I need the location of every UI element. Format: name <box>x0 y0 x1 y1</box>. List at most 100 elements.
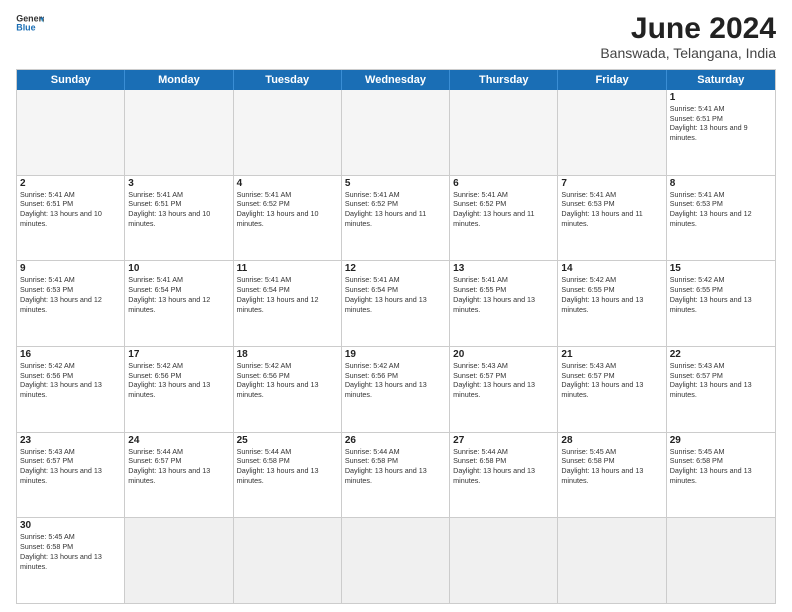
cell-sun-info: Sunrise: 5:41 AMSunset: 6:52 PMDaylight:… <box>237 190 338 229</box>
calendar-cell: 19Sunrise: 5:42 AMSunset: 6:56 PMDayligh… <box>342 347 450 432</box>
day-number: 25 <box>237 435 338 446</box>
calendar-cell <box>558 518 666 603</box>
day-number: 2 <box>20 178 121 189</box>
day-number: 19 <box>345 349 446 360</box>
day-number: 27 <box>453 435 554 446</box>
calendar-cell: 9Sunrise: 5:41 AMSunset: 6:53 PMDaylight… <box>17 261 125 346</box>
calendar-cell: 1Sunrise: 5:41 AMSunset: 6:51 PMDaylight… <box>667 90 775 175</box>
calendar-cell <box>17 90 125 175</box>
location: Banswada, Telangana, India <box>600 45 776 61</box>
svg-text:Blue: Blue <box>16 23 35 33</box>
calendar-cell <box>125 90 233 175</box>
day-header-thursday: Thursday <box>450 70 558 90</box>
cell-sun-info: Sunrise: 5:43 AMSunset: 6:57 PMDaylight:… <box>20 447 121 486</box>
day-number: 20 <box>453 349 554 360</box>
calendar-cell: 22Sunrise: 5:43 AMSunset: 6:57 PMDayligh… <box>667 347 775 432</box>
cell-sun-info: Sunrise: 5:41 AMSunset: 6:51 PMDaylight:… <box>20 190 121 229</box>
cell-sun-info: Sunrise: 5:42 AMSunset: 6:56 PMDaylight:… <box>237 361 338 400</box>
calendar-cell <box>342 518 450 603</box>
calendar-cell: 3Sunrise: 5:41 AMSunset: 6:51 PMDaylight… <box>125 176 233 261</box>
day-number: 8 <box>670 178 772 189</box>
day-number: 3 <box>128 178 229 189</box>
calendar-week-4: 16Sunrise: 5:42 AMSunset: 6:56 PMDayligh… <box>17 346 775 432</box>
calendar-cell: 30Sunrise: 5:45 AMSunset: 6:58 PMDayligh… <box>17 518 125 603</box>
calendar-cell <box>450 90 558 175</box>
calendar-week-6: 30Sunrise: 5:45 AMSunset: 6:58 PMDayligh… <box>17 517 775 603</box>
cell-sun-info: Sunrise: 5:41 AMSunset: 6:51 PMDaylight:… <box>128 190 229 229</box>
cell-sun-info: Sunrise: 5:41 AMSunset: 6:52 PMDaylight:… <box>453 190 554 229</box>
calendar-cell: 25Sunrise: 5:44 AMSunset: 6:58 PMDayligh… <box>234 433 342 518</box>
cell-sun-info: Sunrise: 5:42 AMSunset: 6:55 PMDaylight:… <box>670 275 772 314</box>
cell-sun-info: Sunrise: 5:41 AMSunset: 6:51 PMDaylight:… <box>670 104 772 143</box>
calendar-cell <box>234 90 342 175</box>
day-number: 21 <box>561 349 662 360</box>
day-number: 15 <box>670 263 772 274</box>
calendar-cell <box>667 518 775 603</box>
cell-sun-info: Sunrise: 5:43 AMSunset: 6:57 PMDaylight:… <box>561 361 662 400</box>
calendar-cell: 15Sunrise: 5:42 AMSunset: 6:55 PMDayligh… <box>667 261 775 346</box>
calendar-cell: 8Sunrise: 5:41 AMSunset: 6:53 PMDaylight… <box>667 176 775 261</box>
cell-sun-info: Sunrise: 5:41 AMSunset: 6:53 PMDaylight:… <box>20 275 121 314</box>
cell-sun-info: Sunrise: 5:42 AMSunset: 6:55 PMDaylight:… <box>561 275 662 314</box>
calendar-cell: 2Sunrise: 5:41 AMSunset: 6:51 PMDaylight… <box>17 176 125 261</box>
day-header-saturday: Saturday <box>667 70 775 90</box>
calendar-cell <box>558 90 666 175</box>
calendar-cell: 29Sunrise: 5:45 AMSunset: 6:58 PMDayligh… <box>667 433 775 518</box>
calendar-cell <box>234 518 342 603</box>
day-number: 17 <box>128 349 229 360</box>
day-number: 1 <box>670 92 772 103</box>
cell-sun-info: Sunrise: 5:41 AMSunset: 6:55 PMDaylight:… <box>453 275 554 314</box>
cell-sun-info: Sunrise: 5:42 AMSunset: 6:56 PMDaylight:… <box>345 361 446 400</box>
calendar-week-1: 1Sunrise: 5:41 AMSunset: 6:51 PMDaylight… <box>17 90 775 175</box>
day-number: 10 <box>128 263 229 274</box>
cell-sun-info: Sunrise: 5:43 AMSunset: 6:57 PMDaylight:… <box>670 361 772 400</box>
calendar-cell: 7Sunrise: 5:41 AMSunset: 6:53 PMDaylight… <box>558 176 666 261</box>
cell-sun-info: Sunrise: 5:41 AMSunset: 6:54 PMDaylight:… <box>345 275 446 314</box>
title-area: June 2024 Banswada, Telangana, India <box>600 12 776 61</box>
calendar-cell <box>125 518 233 603</box>
day-number: 16 <box>20 349 121 360</box>
day-header-sunday: Sunday <box>17 70 125 90</box>
cell-sun-info: Sunrise: 5:45 AMSunset: 6:58 PMDaylight:… <box>20 532 121 571</box>
header: General Blue June 2024 Banswada, Telanga… <box>16 12 776 61</box>
cell-sun-info: Sunrise: 5:41 AMSunset: 6:54 PMDaylight:… <box>128 275 229 314</box>
calendar-week-5: 23Sunrise: 5:43 AMSunset: 6:57 PMDayligh… <box>17 432 775 518</box>
cell-sun-info: Sunrise: 5:44 AMSunset: 6:57 PMDaylight:… <box>128 447 229 486</box>
calendar-cell: 26Sunrise: 5:44 AMSunset: 6:58 PMDayligh… <box>342 433 450 518</box>
day-number: 29 <box>670 435 772 446</box>
calendar-cell: 23Sunrise: 5:43 AMSunset: 6:57 PMDayligh… <box>17 433 125 518</box>
calendar-cell <box>450 518 558 603</box>
calendar-cell: 11Sunrise: 5:41 AMSunset: 6:54 PMDayligh… <box>234 261 342 346</box>
cell-sun-info: Sunrise: 5:44 AMSunset: 6:58 PMDaylight:… <box>453 447 554 486</box>
calendar-cell: 6Sunrise: 5:41 AMSunset: 6:52 PMDaylight… <box>450 176 558 261</box>
calendar-cell: 24Sunrise: 5:44 AMSunset: 6:57 PMDayligh… <box>125 433 233 518</box>
page: General Blue June 2024 Banswada, Telanga… <box>0 0 792 612</box>
calendar-week-3: 9Sunrise: 5:41 AMSunset: 6:53 PMDaylight… <box>17 260 775 346</box>
day-header-wednesday: Wednesday <box>342 70 450 90</box>
calendar-cell: 4Sunrise: 5:41 AMSunset: 6:52 PMDaylight… <box>234 176 342 261</box>
day-number: 14 <box>561 263 662 274</box>
day-header-monday: Monday <box>125 70 233 90</box>
cell-sun-info: Sunrise: 5:42 AMSunset: 6:56 PMDaylight:… <box>20 361 121 400</box>
calendar-body: 1Sunrise: 5:41 AMSunset: 6:51 PMDaylight… <box>17 90 775 603</box>
calendar-cell: 17Sunrise: 5:42 AMSunset: 6:56 PMDayligh… <box>125 347 233 432</box>
logo-icon: General Blue <box>16 12 44 34</box>
day-number: 4 <box>237 178 338 189</box>
month-title: June 2024 <box>600 12 776 45</box>
calendar-cell: 16Sunrise: 5:42 AMSunset: 6:56 PMDayligh… <box>17 347 125 432</box>
cell-sun-info: Sunrise: 5:41 AMSunset: 6:53 PMDaylight:… <box>670 190 772 229</box>
calendar-cell: 18Sunrise: 5:42 AMSunset: 6:56 PMDayligh… <box>234 347 342 432</box>
calendar-header: SundayMondayTuesdayWednesdayThursdayFrid… <box>17 70 775 90</box>
cell-sun-info: Sunrise: 5:45 AMSunset: 6:58 PMDaylight:… <box>561 447 662 486</box>
calendar-cell: 20Sunrise: 5:43 AMSunset: 6:57 PMDayligh… <box>450 347 558 432</box>
calendar-cell: 21Sunrise: 5:43 AMSunset: 6:57 PMDayligh… <box>558 347 666 432</box>
day-number: 18 <box>237 349 338 360</box>
day-number: 11 <box>237 263 338 274</box>
day-number: 26 <box>345 435 446 446</box>
cell-sun-info: Sunrise: 5:44 AMSunset: 6:58 PMDaylight:… <box>345 447 446 486</box>
day-number: 28 <box>561 435 662 446</box>
day-number: 7 <box>561 178 662 189</box>
day-number: 6 <box>453 178 554 189</box>
calendar-cell: 10Sunrise: 5:41 AMSunset: 6:54 PMDayligh… <box>125 261 233 346</box>
day-number: 12 <box>345 263 446 274</box>
